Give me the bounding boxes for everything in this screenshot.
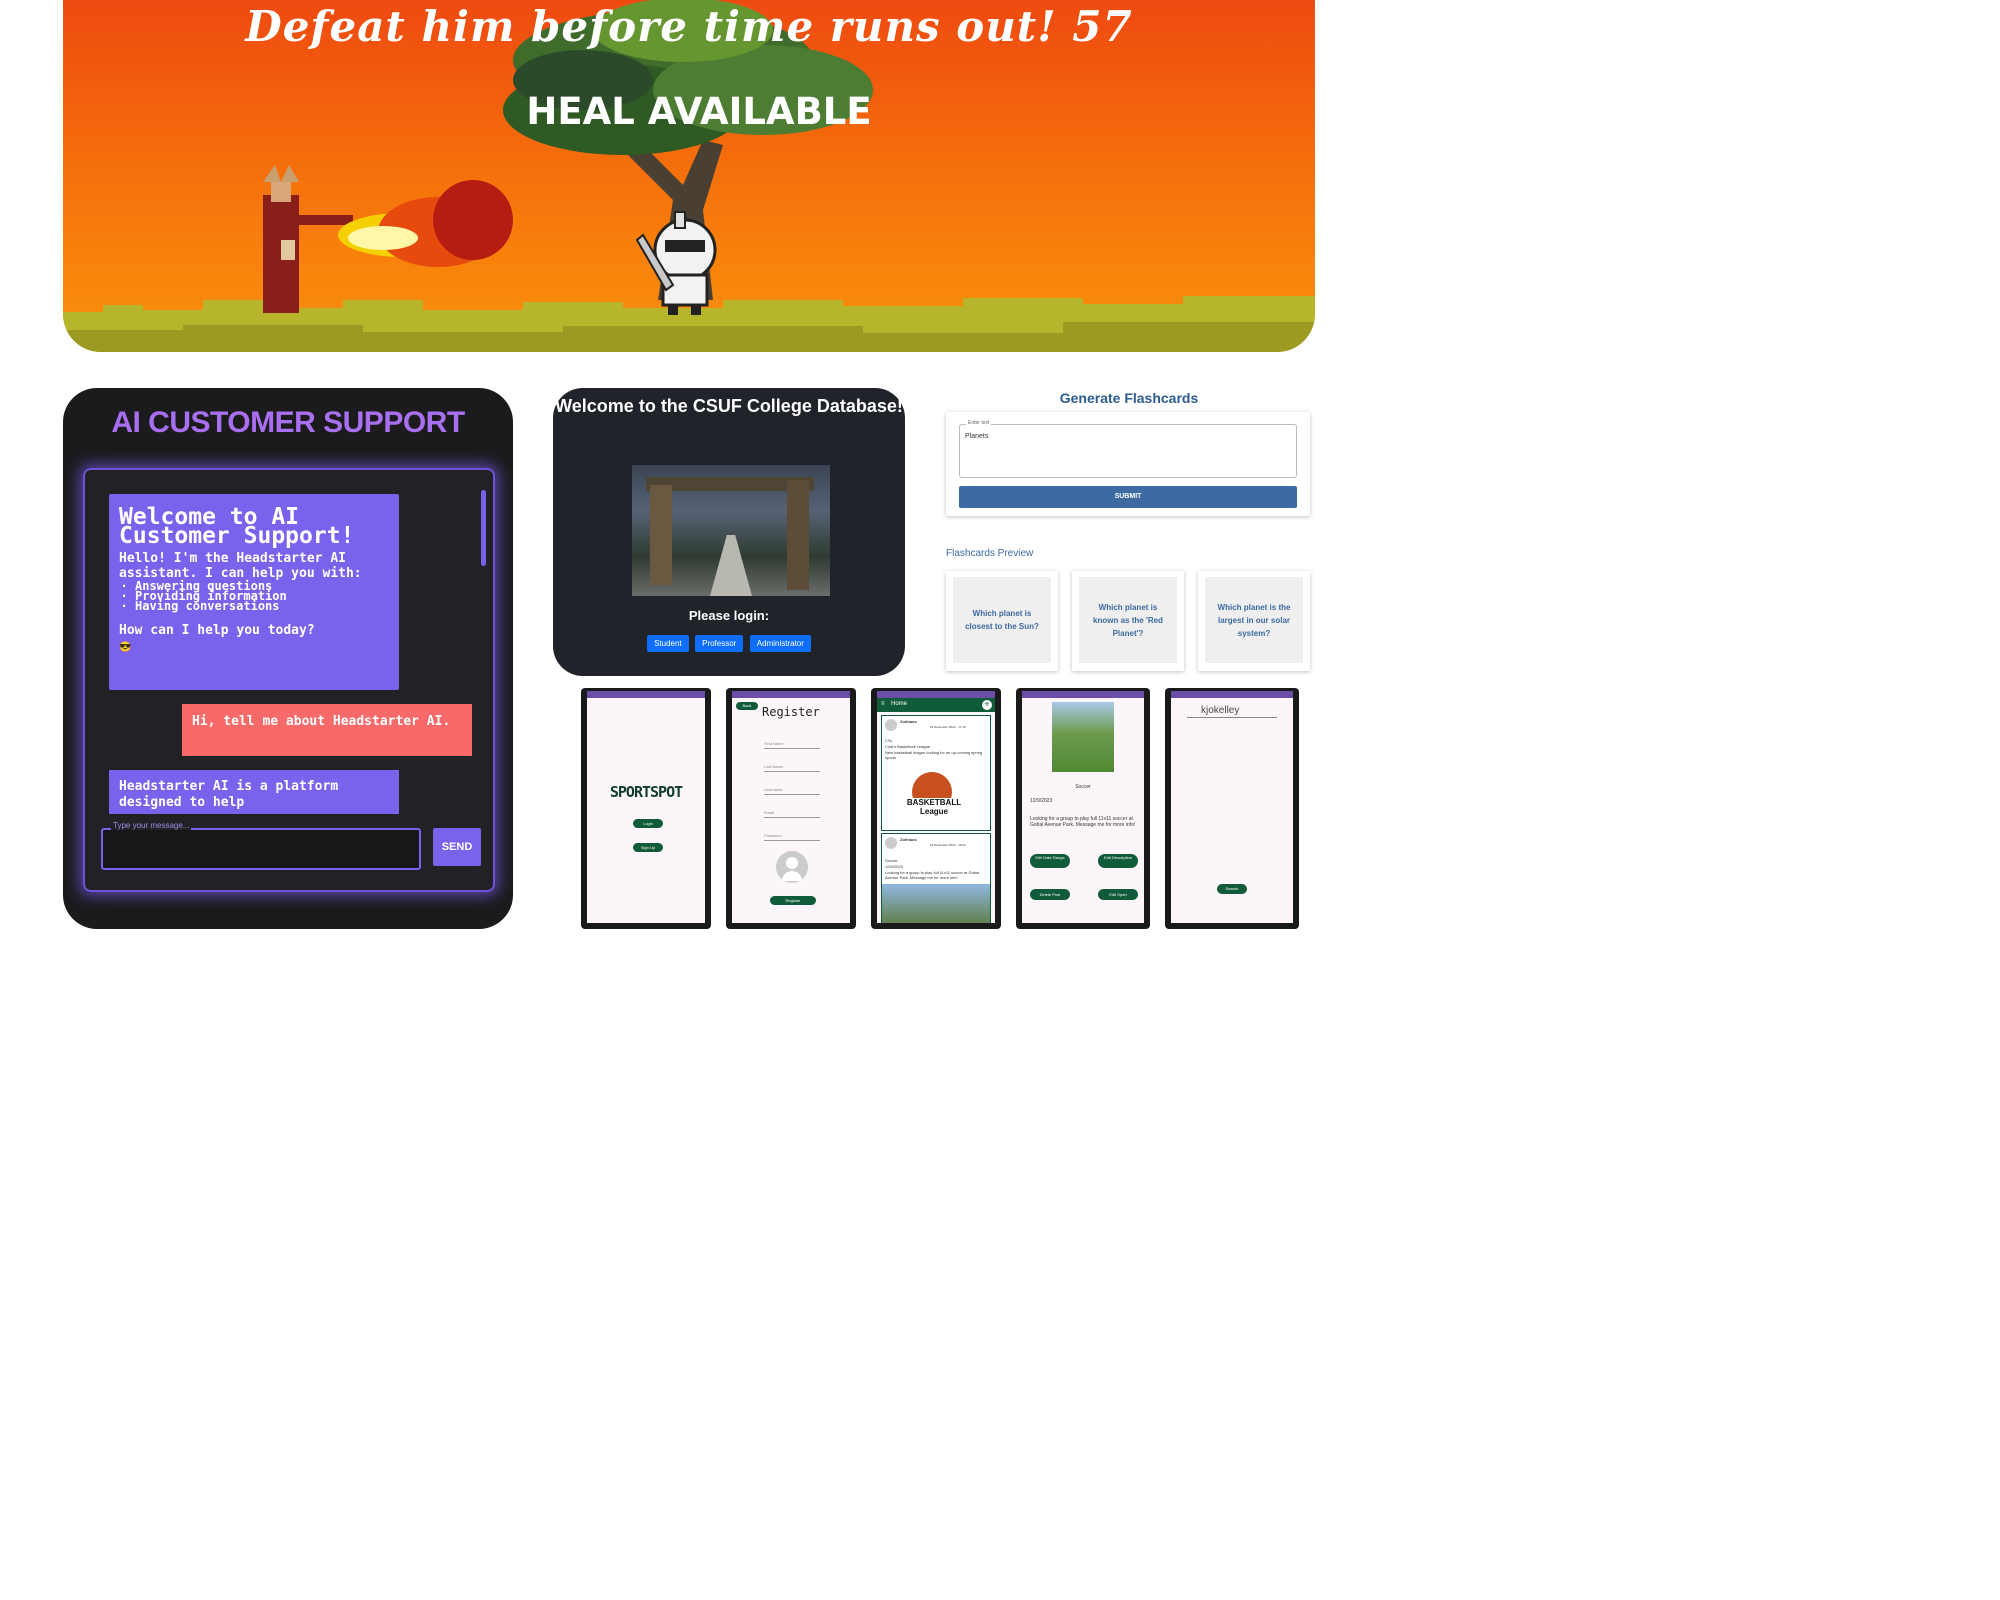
- flashcards-title: Generate Flashcards: [1059, 390, 1199, 406]
- chat-scrollbar[interactable]: [481, 490, 486, 566]
- back-button[interactable]: Back: [736, 702, 758, 710]
- submit-button[interactable]: SUBMIT: [959, 486, 1297, 508]
- csuf-panel: Welcome to the CSUF College Database! Pl…: [553, 388, 905, 676]
- text-input[interactable]: Enter text Planets: [959, 420, 1297, 478]
- message-input[interactable]: Type your message...: [101, 821, 421, 870]
- phone-search: kjokelley Search: [1165, 688, 1299, 929]
- heal-status: HEAL AVAILABLE: [526, 90, 872, 133]
- knight-player: [635, 211, 717, 315]
- login-button[interactable]: Login: [633, 819, 663, 828]
- login-prompt: Please login:: [688, 608, 770, 623]
- sportspot-logo: SPORTSPOT: [609, 783, 683, 801]
- avatar: [885, 837, 897, 849]
- last-name-field[interactable]: Last Name: [764, 764, 783, 769]
- basketball-league-logo: BASKETBALL League: [896, 798, 972, 816]
- phone-home-feed: ≡ Home + Zohhaos 22 December 2023 · 17:1…: [871, 688, 1001, 929]
- campus-gate-photo: [632, 465, 830, 596]
- edit-date-range-button[interactable]: Edit Date Range: [1030, 854, 1070, 868]
- status-bar: [877, 691, 995, 698]
- delete-post-button[interactable]: Delete Post: [1030, 889, 1070, 900]
- professor-button[interactable]: Professor: [695, 635, 744, 652]
- status-bar: [732, 691, 850, 698]
- welcome-question: How can I help you today?: [119, 623, 315, 638]
- flashcards-panel: Generate Flashcards Enter text Planets S…: [944, 388, 1314, 678]
- add-post-icon[interactable]: +: [982, 700, 992, 710]
- phone-post-detail: Soccer 12/9/2023 Looking for a group to …: [1016, 688, 1150, 929]
- csuf-title: Welcome to the CSUF College Database!: [555, 396, 903, 416]
- preview-label: Flashcards Preview: [946, 548, 1034, 559]
- fireball: [338, 180, 513, 267]
- administrator-button[interactable]: Administrator: [749, 635, 811, 652]
- bot-reply-bubble: Headstarter AI is a platform designed to…: [109, 770, 399, 814]
- text-input-value: Planets: [965, 433, 989, 440]
- flashcards-form: Enter text Planets SUBMIT: [946, 412, 1310, 516]
- game-timer-title: Defeat him before time runs out! 57: [245, 2, 1133, 51]
- search-input[interactable]: kjokelley: [1201, 705, 1239, 716]
- send-button[interactable]: SEND: [433, 828, 481, 866]
- ai-support-panel: AI CUSTOMER SUPPORT Welcome to AI Custom…: [63, 388, 513, 929]
- phone-splash: SPORTSPOT Login Sign Up: [581, 688, 711, 929]
- menu-icon[interactable]: ≡: [881, 701, 885, 707]
- welcome-text: Hello! I'm the Headstarter AI assistant.…: [119, 551, 362, 581]
- username-field[interactable]: Username: [764, 787, 782, 792]
- password-field[interactable]: Password: [764, 833, 782, 838]
- capability-item: Having conversations: [135, 600, 389, 612]
- status-bar: [1022, 691, 1144, 698]
- student-button[interactable]: Student: [647, 635, 689, 652]
- flashcard[interactable]: Which planet is the largest in our solar…: [1198, 571, 1310, 671]
- first-name-field[interactable]: First Name: [764, 741, 784, 746]
- edit-sport-button[interactable]: Edit Sport: [1098, 889, 1138, 900]
- ai-support-title: AI CUSTOMER SUPPORT: [111, 406, 465, 439]
- status-bar: [1171, 691, 1293, 698]
- home-app-bar: ≡ Home +: [877, 698, 995, 712]
- login-buttons: Student Professor Administrator: [553, 633, 905, 652]
- game-scene: [63, 0, 1315, 352]
- user-message-bubble: Hi, tell me about Headstarter AI.: [182, 704, 472, 756]
- search-button[interactable]: Search: [1217, 884, 1247, 894]
- home-title: Home: [891, 701, 908, 707]
- welcome-heading: Welcome to AI Customer Support!: [119, 504, 355, 549]
- signup-button[interactable]: Sign Up: [633, 843, 663, 852]
- edit-description-button[interactable]: Edit Description: [1098, 854, 1138, 868]
- chat-window: Welcome to AI Customer Support! Hello! I…: [83, 468, 495, 892]
- avatar: [885, 719, 897, 731]
- ground-shadow: [63, 322, 1315, 352]
- message-input-label: Type your message...: [111, 821, 192, 830]
- email-field[interactable]: Email: [764, 810, 774, 815]
- bot-welcome-bubble: Welcome to AI Customer Support! Hello! I…: [109, 494, 399, 690]
- register-button[interactable]: Register: [770, 896, 816, 905]
- post-card[interactable]: Zohhaos 24 December 2023 · 20:23 Soccer …: [881, 833, 991, 923]
- avatar-icon[interactable]: [776, 851, 808, 883]
- flashcard[interactable]: Which planet is known as the 'Red Planet…: [1072, 571, 1184, 671]
- game-banner: Defeat him before time runs out! 57 HEAL…: [63, 0, 1315, 352]
- park-photo: [882, 884, 990, 923]
- flashcard[interactable]: Which planet is closest to the Sun?: [946, 571, 1058, 671]
- sunglasses-emoji: 😎: [119, 642, 132, 653]
- soccer-field-photo: [1052, 702, 1114, 772]
- capabilities-list: Answering questions Providing informatio…: [119, 580, 389, 612]
- status-bar: [587, 691, 705, 698]
- post-card[interactable]: Zohhaos 22 December 2023 · 17:15 CSL Clu…: [881, 715, 991, 831]
- text-input-label: Enter text: [966, 420, 992, 426]
- register-title: Register: [762, 705, 820, 719]
- phone-register: Back Register First Name Last Name Usern…: [726, 688, 856, 929]
